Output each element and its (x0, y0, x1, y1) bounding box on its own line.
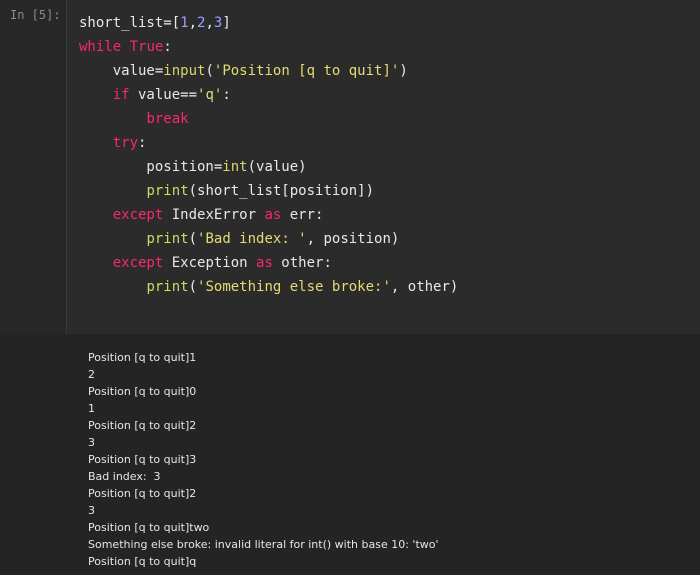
code-token: err: (281, 207, 324, 223)
code-token: (short_list[position]) (188, 183, 375, 199)
output-line: Position [q to quit]q (88, 555, 197, 568)
output-line: 3 (88, 504, 95, 517)
code-token: , position) (306, 231, 400, 247)
code-token: True (129, 39, 164, 55)
output-stream: Position [q to quit]1 2 Position [q to qui… (88, 349, 439, 570)
code-token: 'Something else broke:' (197, 279, 391, 295)
code-token: print (146, 183, 189, 199)
code-token: 'q' (197, 87, 223, 103)
code-token: Exception (163, 255, 257, 271)
output-line: Something else broke: invalid literal fo… (88, 538, 439, 551)
code-token: == (180, 87, 198, 103)
code-token: 1 (180, 15, 189, 31)
code-token: except (112, 255, 164, 271)
code-token: if (112, 87, 130, 103)
code-editor[interactable]: short_list=[1,2,3] while True: value=inpu… (66, 0, 700, 334)
code-token: other: (272, 255, 332, 271)
code-token: value (79, 63, 155, 79)
code-line[interactable]: except IndexError as err: (79, 203, 458, 227)
code-token: ] (222, 15, 231, 31)
code-token: break (146, 111, 189, 127)
output-line: Position [q to quit]1 (88, 351, 197, 364)
code-token: ) (399, 63, 408, 79)
notebook-code-cell[interactable]: In [5]: short_list=[1,2,3] while True: va… (0, 0, 700, 575)
code-token: input (163, 63, 206, 79)
code-line[interactable]: print(short_list[position]) (79, 179, 458, 203)
code-token: 'Bad index: ' (197, 231, 307, 247)
code-token: , (188, 15, 198, 31)
code-line[interactable]: value=input('Position [q to quit]') (79, 59, 458, 83)
code-token: 'Position [q to quit]' (213, 63, 400, 79)
code-line[interactable]: try: (79, 131, 458, 155)
code-token: , (205, 15, 214, 31)
code-line[interactable]: while True: (79, 35, 458, 59)
output-line: Position [q to quit]2 (88, 487, 197, 500)
code-token: print (146, 279, 189, 295)
output-line: 1 (88, 402, 95, 415)
code-token: except (112, 207, 164, 223)
output-line: 2 (88, 368, 95, 381)
code-line[interactable]: break (79, 107, 458, 131)
code-token: try (112, 135, 139, 151)
code-token: = (163, 15, 172, 31)
code-token: : (163, 39, 172, 55)
output-line: Position [q to quit]3 (88, 453, 197, 466)
code-line[interactable]: if value=='q': (79, 83, 458, 107)
code-line[interactable]: short_list=[1,2,3] (79, 11, 458, 35)
code-token: [ (171, 15, 181, 31)
code-content[interactable]: short_list=[1,2,3] while True: value=inpu… (79, 11, 458, 299)
output-line: Position [q to quit]0 (88, 385, 197, 398)
code-token: (value) (247, 159, 307, 175)
output-line: Position [q to quit]two (88, 521, 210, 534)
code-token: print (146, 231, 189, 247)
output-line: 3 (88, 436, 95, 449)
code-token: ( (205, 63, 214, 79)
code-token: short_list (79, 15, 164, 31)
code-token: value (129, 87, 181, 103)
code-token: ( (188, 279, 198, 295)
code-token: while (79, 39, 122, 55)
code-token: int (222, 159, 248, 175)
output-line: Bad index: 3 (88, 470, 161, 483)
input-prompt: In [5]: (10, 8, 61, 22)
code-token: : (138, 135, 147, 151)
code-token: position (79, 159, 214, 175)
code-line[interactable]: print('Bad index: ', position) (79, 227, 458, 251)
code-token: : (222, 87, 231, 103)
code-token: ( (188, 231, 198, 247)
cell-output-area: Position [q to quit]1 2 Position [q to qui… (0, 334, 700, 575)
code-line[interactable]: except Exception as other: (79, 251, 458, 275)
code-token: IndexError (163, 207, 265, 223)
cell-input-area[interactable]: In [5]: short_list=[1,2,3] while True: va… (0, 0, 700, 334)
code-line[interactable]: print('Something else broke:', other) (79, 275, 458, 299)
code-token: as (256, 255, 273, 271)
code-line[interactable]: position=int(value) (79, 155, 458, 179)
output-line: Position [q to quit]2 (88, 419, 197, 432)
code-token: as (264, 207, 282, 223)
code-token: , other) (390, 279, 459, 295)
